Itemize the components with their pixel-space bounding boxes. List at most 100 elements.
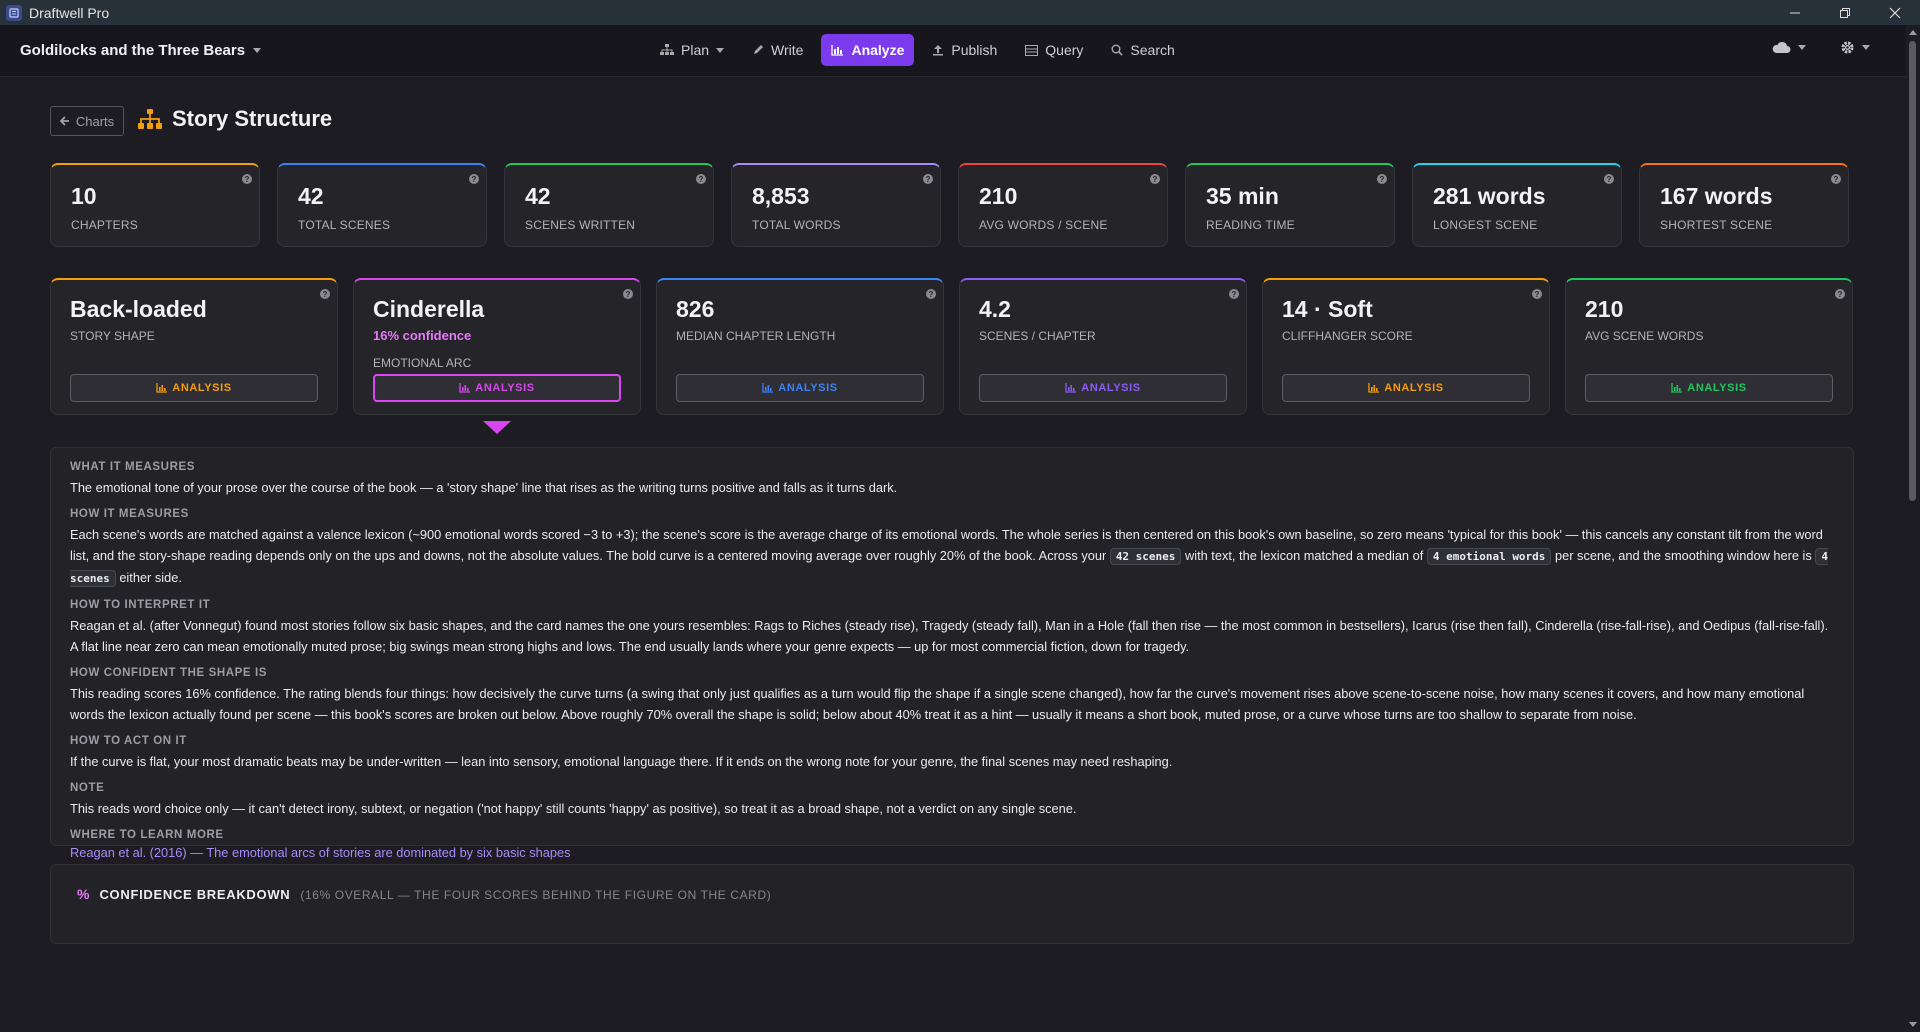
help-icon[interactable]: ? bbox=[1229, 289, 1239, 299]
analysis-button-label: ANALYSIS bbox=[1384, 382, 1444, 394]
scene-count-chip: 42 scenes bbox=[1109, 548, 1182, 565]
analysis-value: Back-loaded bbox=[70, 296, 207, 322]
bar-chart-icon bbox=[156, 383, 168, 393]
stat-label: TOTAL WORDS bbox=[752, 218, 841, 232]
explanation-panel: WHAT IT MEASURES The emotional tone of y… bbox=[50, 447, 1854, 860]
bar-chart-icon bbox=[1368, 383, 1380, 393]
analysis-cards-row: ? Back-loaded STORY SHAPE ANALYSIS? Cinderel… bbox=[50, 278, 1853, 415]
table-icon bbox=[1025, 44, 1039, 56]
help-icon[interactable]: ? bbox=[320, 289, 330, 299]
analysis-label: STORY SHAPE bbox=[70, 329, 155, 343]
help-icon[interactable]: ? bbox=[923, 174, 933, 184]
stat-label: LONGEST SCENE bbox=[1433, 218, 1538, 232]
stat-card: ? 42 TOTAL SCENES bbox=[277, 163, 487, 247]
page-title-text: Story Structure bbox=[172, 106, 333, 131]
cloud-icon bbox=[1772, 41, 1791, 53]
cloud-sync-menu[interactable] bbox=[1771, 40, 1806, 55]
help-icon[interactable]: ? bbox=[1835, 289, 1845, 299]
reference-link[interactable]: Reagan et al. (2016) — The emotional arc… bbox=[70, 845, 1834, 860]
nav-analyze-label: Analyze bbox=[851, 42, 905, 58]
help-icon[interactable]: ? bbox=[242, 174, 252, 184]
analysis-label: CLIFFHANGER SCORE bbox=[1282, 329, 1413, 343]
help-icon[interactable]: ? bbox=[1150, 174, 1160, 184]
nav-plan-button[interactable]: Plan bbox=[650, 34, 734, 66]
analysis-label: MEDIAN CHAPTER LENGTH bbox=[676, 329, 836, 343]
minimize-button[interactable] bbox=[1770, 0, 1820, 25]
help-icon[interactable]: ? bbox=[1604, 174, 1614, 184]
analysis-button-label: ANALYSIS bbox=[1687, 382, 1747, 394]
analysis-button[interactable]: ANALYSIS bbox=[373, 374, 621, 402]
search-icon bbox=[1111, 44, 1123, 56]
stat-value: 8,853 bbox=[752, 183, 810, 209]
back-to-charts-button[interactable]: Charts bbox=[50, 106, 124, 136]
analysis-button[interactable]: ANALYSIS bbox=[1282, 374, 1530, 402]
pencil-icon bbox=[754, 45, 764, 54]
stat-value: 10 bbox=[71, 183, 97, 209]
selected-card-pointer bbox=[483, 421, 511, 434]
settings-menu[interactable] bbox=[1840, 40, 1870, 55]
what-heading: WHAT IT MEASURES bbox=[70, 461, 196, 473]
help-icon[interactable]: ? bbox=[1831, 174, 1841, 184]
analysis-value: 826 bbox=[676, 296, 715, 322]
back-button-label: Charts bbox=[75, 113, 115, 129]
nav-query-button[interactable]: Query bbox=[1015, 34, 1093, 66]
percent-icon: % bbox=[77, 886, 90, 902]
confidence-subtitle: (16% OVERALL — THE FOUR SCORES BEHIND TH… bbox=[300, 888, 772, 902]
help-icon[interactable]: ? bbox=[926, 289, 936, 299]
how-text: Each scene's words are matched against a… bbox=[70, 527, 1828, 587]
page-scrollbar[interactable] bbox=[1906, 25, 1920, 1032]
stat-value: 42 bbox=[525, 183, 551, 209]
chevron-down-icon bbox=[253, 48, 262, 53]
analysis-card: ? 14 · Soft CLIFFHANGER SCORE ANALYSIS bbox=[1262, 278, 1550, 415]
help-icon[interactable]: ? bbox=[1377, 174, 1387, 184]
restore-button[interactable] bbox=[1820, 0, 1870, 25]
chevron-down-icon bbox=[1798, 45, 1806, 50]
stat-label: AVG WORDS / SCENE bbox=[979, 218, 1108, 232]
scrollbar-thumb[interactable] bbox=[1909, 41, 1916, 501]
nav-analyze-button[interactable]: Analyze bbox=[821, 34, 915, 66]
interpret-heading: HOW TO INTERPRET IT bbox=[70, 599, 211, 611]
help-icon[interactable]: ? bbox=[469, 174, 479, 184]
analysis-label: EMOTIONAL ARC bbox=[373, 356, 472, 370]
analysis-button[interactable]: ANALYSIS bbox=[676, 374, 924, 402]
stat-card: ? 42 SCENES WRITTEN bbox=[504, 163, 714, 247]
project-title: Goldilocks and the Three Bears bbox=[20, 42, 246, 59]
stat-label: CHAPTERS bbox=[71, 218, 138, 232]
confident-heading: HOW CONFIDENT THE SHAPE IS bbox=[70, 667, 268, 679]
help-icon[interactable]: ? bbox=[696, 174, 706, 184]
stat-value: 281 words bbox=[1433, 183, 1546, 209]
word-count-chip: 4 emotional words bbox=[1426, 548, 1552, 565]
confidence-label: 16% confidence bbox=[373, 328, 472, 343]
stat-label: READING TIME bbox=[1206, 218, 1295, 232]
window-title: Draftwell Pro bbox=[29, 4, 110, 21]
bar-chart-icon bbox=[1065, 383, 1077, 393]
stat-card: ? 167 words SHORTEST SCENE bbox=[1639, 163, 1849, 247]
analysis-button[interactable]: ANALYSIS bbox=[1585, 374, 1833, 402]
stat-value: 210 bbox=[979, 183, 1018, 209]
close-window-button[interactable] bbox=[1870, 0, 1920, 25]
analysis-card: ? Cinderella 16% confidence EMOTIONAL ARC AN… bbox=[353, 278, 641, 415]
learn-heading: WHERE TO LEARN MORE bbox=[70, 829, 224, 841]
analysis-button-label: ANALYSIS bbox=[475, 382, 535, 394]
analysis-value: 210 bbox=[1585, 296, 1624, 322]
help-icon[interactable]: ? bbox=[1532, 289, 1542, 299]
analysis-button-label: ANALYSIS bbox=[172, 382, 232, 394]
nav-publish-button[interactable]: Publish bbox=[922, 34, 1007, 66]
main-content: Charts Story Structure ? 10 CHAPTERS? 42 TOT… bbox=[0, 77, 1906, 1032]
analysis-button[interactable]: ANALYSIS bbox=[70, 374, 318, 402]
what-text: The emotional tone of your prose over th… bbox=[70, 480, 898, 495]
nav-search-label: Search bbox=[1130, 42, 1175, 58]
stat-card: ? 281 words LONGEST SCENE bbox=[1412, 163, 1622, 247]
how-heading: HOW IT MEASURES bbox=[70, 508, 189, 520]
note-text: This reads word choice only — it can't d… bbox=[70, 801, 1077, 816]
project-selector[interactable]: Goldilocks and the Three Bears bbox=[20, 42, 262, 59]
analysis-value: 4.2 bbox=[979, 296, 1011, 322]
help-icon[interactable]: ? bbox=[623, 289, 633, 299]
analysis-button[interactable]: ANALYSIS bbox=[979, 374, 1227, 402]
confidence-breakdown-panel: % CONFIDENCE BREAKDOWN (16% OVERALL — TH… bbox=[50, 864, 1854, 944]
nav-search-button[interactable]: Search bbox=[1101, 34, 1184, 66]
nav-write-button[interactable]: Write bbox=[742, 34, 813, 66]
arrow-left-icon bbox=[59, 116, 69, 126]
chevron-down-icon bbox=[716, 47, 725, 53]
gear-icon bbox=[1841, 41, 1854, 54]
